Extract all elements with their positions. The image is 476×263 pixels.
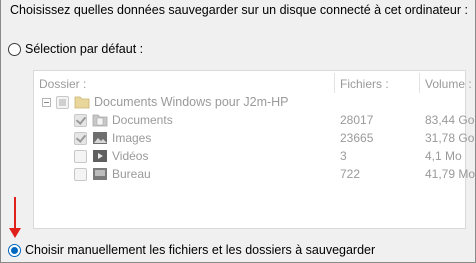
column-separator: [419, 73, 420, 93]
dialog-panel: Choisissez quelles données sauvegarder s…: [0, 0, 476, 263]
instruction-text: Choisissez quelles données sauvegarder s…: [10, 3, 468, 17]
videos-folder-icon: [93, 150, 107, 162]
manual-selection-option[interactable]: Choisir manuellement les fichiers et les…: [8, 243, 375, 257]
manual-selection-label: Choisir manuellement les fichiers et les…: [25, 243, 376, 257]
tree-root-row[interactable]: Documents Windows pour J2m-HP: [34, 93, 465, 111]
item-files: 722: [340, 167, 361, 181]
tree-item-documents[interactable]: Documents 28017 83,44 Go: [34, 111, 474, 129]
item-files: 3: [340, 149, 347, 163]
volume-column-header: Volume :: [425, 77, 472, 91]
root-folder-label: Documents Windows pour J2m-HP: [94, 95, 289, 109]
item-files: 28017: [340, 113, 374, 127]
folder-column-header: Dossier :: [39, 77, 87, 91]
folder-tree-table: Dossier : Fichiers : Volume : Documents …: [33, 70, 475, 229]
folder-icon: [74, 96, 90, 109]
default-selection-radio[interactable]: [8, 42, 21, 56]
manual-selection-radio[interactable]: [8, 243, 21, 257]
collapse-toggle-icon[interactable]: [42, 98, 51, 107]
default-selection-label: Sélection par défaut :: [25, 42, 144, 56]
pictures-folder-icon: [93, 132, 107, 144]
tree-item-images[interactable]: Images 23665 31,78 Go: [34, 129, 474, 147]
tree-item-desktop[interactable]: Bureau 722 41,79 Mo: [34, 165, 475, 183]
annotation-arrow-head: [9, 228, 21, 238]
item-volume: 83,44 Go: [425, 113, 475, 127]
item-volume: 31,78 Go: [425, 131, 475, 145]
item-label: Documents: [112, 113, 173, 127]
root-checkbox[interactable]: [56, 96, 69, 109]
videos-checkbox[interactable]: [74, 150, 87, 163]
item-label: Bureau: [112, 167, 151, 181]
item-volume: 4,1 Mo: [425, 149, 462, 163]
item-label: Vidéos: [112, 149, 149, 163]
column-separator: [334, 73, 335, 93]
default-selection-option[interactable]: Sélection par défaut :: [8, 42, 143, 56]
documents-folder-icon: [92, 114, 108, 127]
images-checkbox[interactable]: [74, 132, 87, 145]
desktop-folder-icon: [93, 168, 107, 180]
annotation-arrow-shaft: [14, 197, 16, 229]
desktop-checkbox[interactable]: [74, 168, 87, 181]
files-column-header: Fichiers :: [340, 77, 389, 91]
documents-checkbox[interactable]: [74, 114, 87, 127]
tree-item-videos[interactable]: Vidéos 3 4,1 Mo: [34, 147, 465, 165]
item-label: Images: [112, 131, 152, 145]
item-volume: 41,79 Mo: [425, 167, 476, 181]
item-files: 23665: [340, 131, 374, 145]
